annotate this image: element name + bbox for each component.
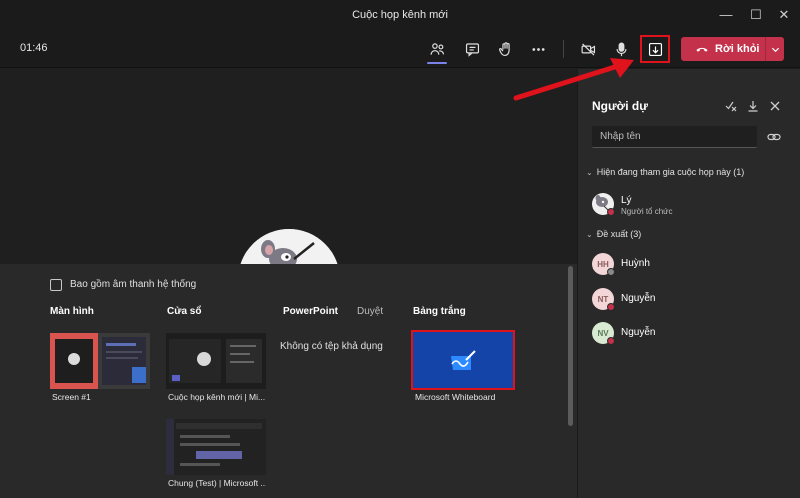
browse-link[interactable]: Duyệt: [357, 306, 383, 317]
section-screen-heading: Màn hình: [50, 306, 94, 317]
participant-role: Người tổ chức: [621, 207, 673, 216]
chevron-down-icon: ⌄: [586, 168, 593, 177]
screen-thumbnail[interactable]: [50, 333, 150, 389]
section-window-heading: Cửa sổ: [167, 306, 202, 317]
participants-icon[interactable]: [426, 38, 448, 60]
participant-name: Huỳnh: [621, 258, 650, 269]
share-tray: Bao gồm âm thanh hệ thống Màn hình Cửa s…: [0, 264, 577, 498]
suggested-person-row[interactable]: HH Huỳnh: [592, 253, 792, 281]
participant-name: Nguyễn: [621, 293, 656, 304]
suggested-person-row[interactable]: NV Nguyễn: [592, 322, 792, 350]
close-window-button[interactable]: ✕: [774, 5, 794, 25]
close-panel-icon[interactable]: [766, 97, 784, 115]
in-meeting-group-header[interactable]: ⌄ Hiện đang tham gia cuộc họp này (1): [586, 167, 744, 177]
include-system-audio-label: Bao gồm âm thanh hệ thống: [70, 279, 197, 290]
annotation-arrow: [513, 58, 634, 101]
status-badge: [607, 337, 615, 345]
meeting-toolbar: 01:46: [0, 30, 800, 68]
in-meeting-header-label: Hiện đang tham gia cuộc họp này (1): [596, 167, 745, 177]
scrollbar-thumb[interactable]: [568, 266, 573, 426]
include-system-audio-checkbox[interactable]: [50, 279, 62, 291]
search-people-input[interactable]: [592, 126, 757, 147]
status-badge: [607, 303, 615, 311]
minimize-button[interactable]: —: [716, 5, 736, 25]
participant-row[interactable]: Lý Người tổ chức: [592, 193, 792, 221]
chat-icon[interactable]: [461, 38, 483, 60]
active-tab-indicator: [427, 62, 447, 64]
section-whiteboard-heading: Bảng trắng: [413, 306, 466, 317]
meeting-timer: 01:46: [20, 42, 48, 54]
download-attendance-icon[interactable]: [744, 97, 762, 115]
section-powerpoint-heading: PowerPoint: [283, 306, 339, 317]
suggested-header-label: Đề xuất (3): [596, 229, 642, 239]
maximize-button[interactable]: ☐: [746, 5, 766, 25]
whiteboard-caption: Microsoft Whiteboard: [415, 392, 496, 402]
suggested-group-header[interactable]: ⌄ Đề xuất (3): [586, 229, 641, 239]
whiteboard-thumbnail[interactable]: [411, 330, 515, 390]
participant-name: Lý: [621, 195, 632, 206]
status-badge: [607, 268, 615, 276]
screen-caption: Screen #1: [52, 392, 91, 402]
share-invite-link-icon[interactable]: [766, 129, 782, 145]
share-button-highlight: [640, 35, 670, 63]
whiteboard-icon: [451, 350, 476, 370]
powerpoint-empty-text: Không có tệp khả dụng: [280, 341, 383, 352]
chevron-down-icon: ⌄: [586, 230, 593, 239]
window-caption-meeting: Cuộc họp kênh mới | Mi...: [168, 392, 266, 402]
participants-panel: Người dự ⌄Hiện đang tham gia cuộc họp nà…: [577, 69, 800, 498]
leave-button[interactable]: Rời khỏi: [681, 37, 784, 61]
mute-all-icon[interactable]: [722, 97, 740, 115]
participant-name: Nguyễn: [621, 327, 656, 338]
search-people-field[interactable]: [592, 126, 757, 148]
window-thumbnail-channel[interactable]: [166, 419, 266, 475]
leave-options-chevron-icon[interactable]: [766, 37, 784, 61]
leave-label: Rời khỏi: [715, 43, 760, 55]
tray-scrollbar[interactable]: [567, 264, 575, 430]
phone-hangup-icon: [696, 47, 708, 52]
leave-main-button[interactable]: Rời khỏi: [681, 37, 765, 61]
window-caption-channel: Chung (Test) | Microsoft ...: [168, 478, 266, 488]
title-bar: Cuộc họp kênh mới — ☐ ✕: [0, 0, 800, 30]
status-badge: [607, 208, 615, 216]
window-title: Cuộc họp kênh mới: [352, 9, 448, 21]
suggested-person-row[interactable]: NT Nguyễn: [592, 288, 792, 316]
window-thumbnail-meeting[interactable]: [166, 333, 266, 389]
